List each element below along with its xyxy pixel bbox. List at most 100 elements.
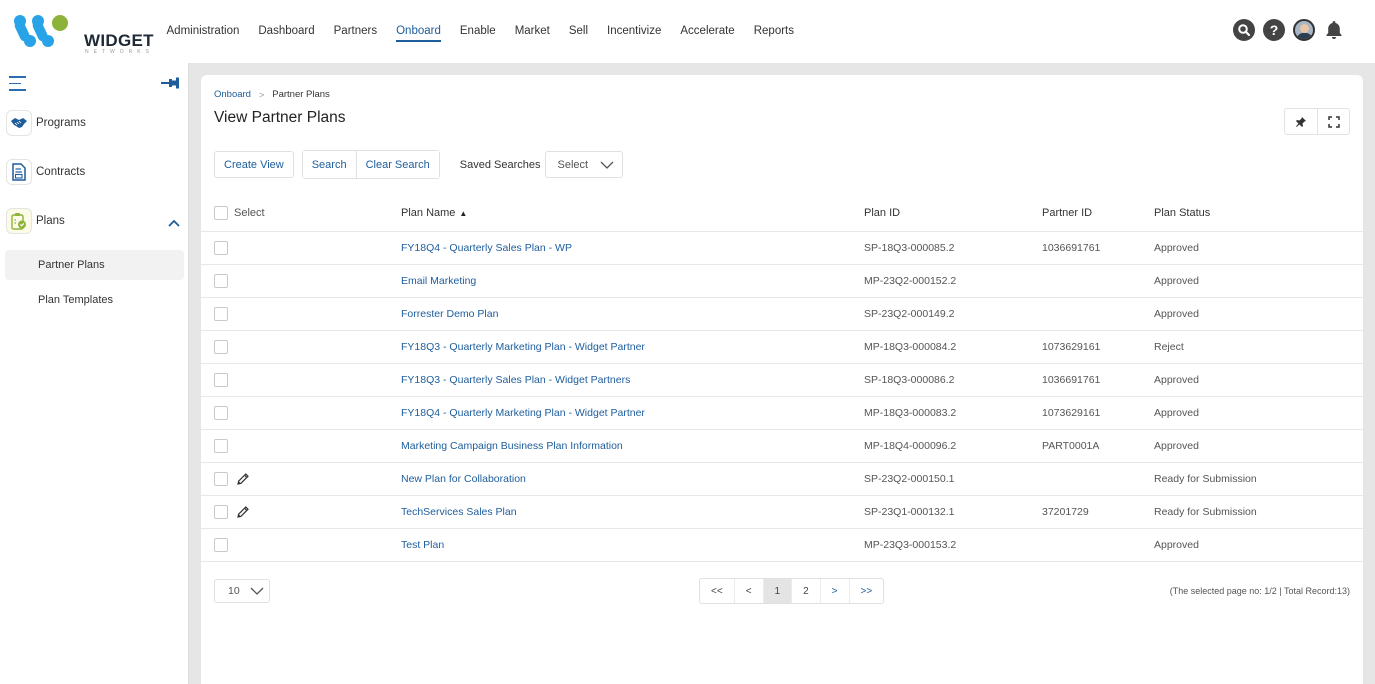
widget-networks-logo[interactable]: WIDGET NETWORKS: [12, 13, 153, 55]
plan-name-link[interactable]: Marketing Campaign Business Plan Informa…: [401, 440, 623, 452]
last-page-button[interactable]: >>: [848, 579, 884, 603]
sidebar-item-contracts[interactable]: Contracts: [6, 156, 184, 188]
plans-table: Select Plan Name ▲ Plan ID Partner ID Pl…: [201, 195, 1363, 562]
nav-accelerate[interactable]: Accelerate: [671, 0, 744, 63]
plan-name-link[interactable]: Forrester Demo Plan: [401, 308, 498, 320]
fullscreen-button[interactable]: [1317, 109, 1349, 134]
plan-name-link[interactable]: FY18Q3 - Quarterly Sales Plan - Widget P…: [401, 374, 630, 386]
first-page-button[interactable]: <<: [700, 579, 734, 603]
plan-name-link[interactable]: Email Marketing: [401, 275, 476, 287]
row-checkbox[interactable]: [214, 439, 228, 453]
nav-incentivize[interactable]: Incentivize: [598, 0, 671, 63]
partner-id: 1036691761: [1042, 242, 1101, 254]
clear-search-button[interactable]: Clear Search: [355, 151, 439, 178]
saved-searches-value: Select: [557, 158, 589, 171]
plan-id-header[interactable]: Plan ID: [864, 195, 900, 231]
table-row: Email Marketing MP-23Q2-000152.2 Approved: [201, 265, 1363, 298]
partner-id: PART0001A: [1042, 440, 1100, 452]
help-icon[interactable]: ?: [1263, 19, 1285, 41]
chevron-up-icon[interactable]: [168, 214, 180, 232]
plan-status: Reject: [1154, 341, 1184, 353]
breadcrumb-current: Partner Plans: [272, 89, 330, 100]
nav-sell[interactable]: Sell: [559, 0, 597, 63]
sort-ascending-icon: ▲: [459, 208, 468, 218]
nav-administration[interactable]: Administration: [157, 0, 249, 63]
plan-id: MP-23Q2-000152.2: [864, 275, 957, 287]
edit-pencil-icon[interactable]: [236, 505, 250, 519]
row-checkbox[interactable]: [214, 406, 228, 420]
nav-onboard[interactable]: Onboard: [387, 0, 451, 63]
partner-id-header[interactable]: Partner ID: [1042, 195, 1092, 231]
nav-dashboard[interactable]: Dashboard: [249, 0, 324, 63]
plan-name-header[interactable]: Plan Name ▲: [401, 195, 467, 231]
table-body: FY18Q4 - Quarterly Sales Plan - WP SP-18Q…: [201, 232, 1363, 562]
page-size-select[interactable]: 10: [214, 579, 270, 603]
pin-button[interactable]: [1285, 109, 1317, 134]
plan-name-link[interactable]: New Plan for Collaboration: [401, 473, 526, 485]
select-all-checkbox[interactable]: [214, 206, 228, 220]
row-checkbox[interactable]: [214, 340, 228, 354]
sidebar: Programs Contracts Plans Partner Plans P…: [0, 63, 189, 684]
nav-partners[interactable]: Partners: [324, 0, 386, 63]
nav-enable[interactable]: Enable: [450, 0, 505, 63]
plan-id: SP-23Q1-000132.1: [864, 506, 955, 518]
row-checkbox[interactable]: [214, 505, 228, 519]
bell-icon[interactable]: [1323, 19, 1345, 41]
plan-id: MP-23Q3-000153.2: [864, 539, 957, 551]
plan-status: Approved: [1154, 539, 1199, 551]
plan-id: SP-18Q3-000086.2: [864, 374, 955, 386]
page-2-button[interactable]: 2: [791, 579, 820, 603]
pin-sidebar-icon[interactable]: [161, 76, 181, 95]
nav-market[interactable]: Market: [505, 0, 559, 63]
search-icon[interactable]: [1233, 19, 1255, 41]
main-panel: Onboard > Partner Plans View Partner Pla…: [201, 75, 1363, 684]
plan-name-link[interactable]: FY18Q4 - Quarterly Sales Plan - WP: [401, 242, 572, 254]
page-1-button[interactable]: 1: [762, 579, 792, 603]
top-icons: ?: [1233, 19, 1345, 41]
plan-name-link[interactable]: Test Plan: [401, 539, 444, 551]
row-checkbox[interactable]: [214, 274, 228, 288]
handshake-icon: [6, 110, 32, 136]
nav-reports[interactable]: Reports: [744, 0, 803, 63]
main-nav: Administration Dashboard Partners Onboar…: [157, 0, 804, 63]
row-checkbox[interactable]: [214, 538, 228, 552]
row-checkbox[interactable]: [214, 373, 228, 387]
search-button[interactable]: Search: [302, 151, 356, 178]
prev-page-button[interactable]: <: [733, 579, 763, 603]
table-row: Test Plan MP-23Q3-000153.2 Approved: [201, 529, 1363, 562]
table-row: TechServices Sales Plan SP-23Q1-000132.1 3…: [201, 496, 1363, 529]
top-navigation-bar: WIDGET NETWORKS Administration Dashboard…: [0, 0, 1375, 63]
pagination: << < 1 2 > >>: [699, 578, 885, 604]
select-header: Select: [234, 207, 265, 219]
plan-name-link[interactable]: TechServices Sales Plan: [401, 506, 517, 518]
user-avatar[interactable]: [1293, 19, 1315, 41]
plan-name-link[interactable]: FY18Q3 - Quarterly Marketing Plan - Widg…: [401, 341, 645, 353]
row-checkbox[interactable]: [214, 472, 228, 486]
sidebar-item-plans[interactable]: Plans: [6, 205, 184, 237]
plan-status: Ready for Submission: [1154, 473, 1257, 485]
plan-status-header[interactable]: Plan Status: [1154, 195, 1210, 231]
create-view-button[interactable]: Create View: [214, 151, 294, 178]
saved-searches-select[interactable]: Select: [544, 151, 624, 178]
logo-text: WIDGET: [84, 31, 154, 50]
sidebar-item-programs[interactable]: Programs: [6, 107, 184, 139]
sidebar-subitem-plan-templates[interactable]: Plan Templates: [5, 285, 184, 315]
sidebar-item-label: Plans: [36, 215, 65, 227]
edit-pencil-icon[interactable]: [236, 472, 250, 486]
breadcrumb-onboard[interactable]: Onboard: [214, 89, 251, 100]
plan-name-link[interactable]: FY18Q4 - Quarterly Marketing Plan - Widg…: [401, 407, 645, 419]
breadcrumb-separator-icon: >: [258, 89, 265, 100]
table-row: New Plan for Collaboration SP-23Q2-000150…: [201, 463, 1363, 496]
partner-id: 1036691761: [1042, 374, 1101, 386]
next-page-button[interactable]: >: [819, 579, 849, 603]
contract-document-icon: [6, 159, 32, 185]
page-size-value: 10: [228, 585, 240, 597]
hamburger-menu-icon[interactable]: [9, 76, 26, 91]
row-checkbox[interactable]: [214, 241, 228, 255]
sidebar-subitem-partner-plans[interactable]: Partner Plans: [5, 250, 184, 280]
clipboard-check-icon: [6, 208, 32, 234]
plan-status: Approved: [1154, 275, 1199, 287]
row-checkbox[interactable]: [214, 307, 228, 321]
sidebar-item-label: Contracts: [36, 166, 86, 178]
toolbar: Create View Search Clear Search Saved Se…: [214, 150, 624, 179]
